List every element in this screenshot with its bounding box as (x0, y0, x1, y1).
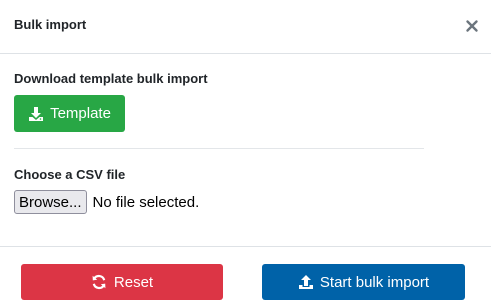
template-section-label: Download template bulk import (14, 71, 208, 86)
bulk-import-modal: Bulk import Download template bulk impor… (0, 0, 491, 307)
download-icon (29, 106, 44, 121)
upload-icon (298, 275, 313, 289)
template-button-label: Template (50, 105, 111, 122)
start-bulk-import-button[interactable]: Start bulk import (262, 264, 465, 300)
reset-button[interactable]: Reset (21, 264, 223, 300)
reset-button-label: Reset (113, 273, 154, 291)
file-status-text: No file selected. (92, 193, 200, 211)
template-download-button[interactable]: Template (14, 95, 125, 132)
file-section-label: Choose a CSV file (14, 167, 126, 182)
browse-button[interactable]: Browse... (14, 190, 87, 214)
close-icon (466, 20, 478, 32)
modal-footer: Reset Start bulk import (0, 246, 491, 307)
file-input[interactable]: Browse... No file selected. (14, 190, 199, 214)
refresh-icon (92, 274, 106, 290)
section-divider (14, 148, 424, 149)
close-button[interactable] (465, 19, 479, 33)
start-button-label: Start bulk import (319, 273, 430, 291)
modal-header: Bulk import (0, 0, 491, 54)
modal-title: Bulk import (14, 17, 87, 32)
